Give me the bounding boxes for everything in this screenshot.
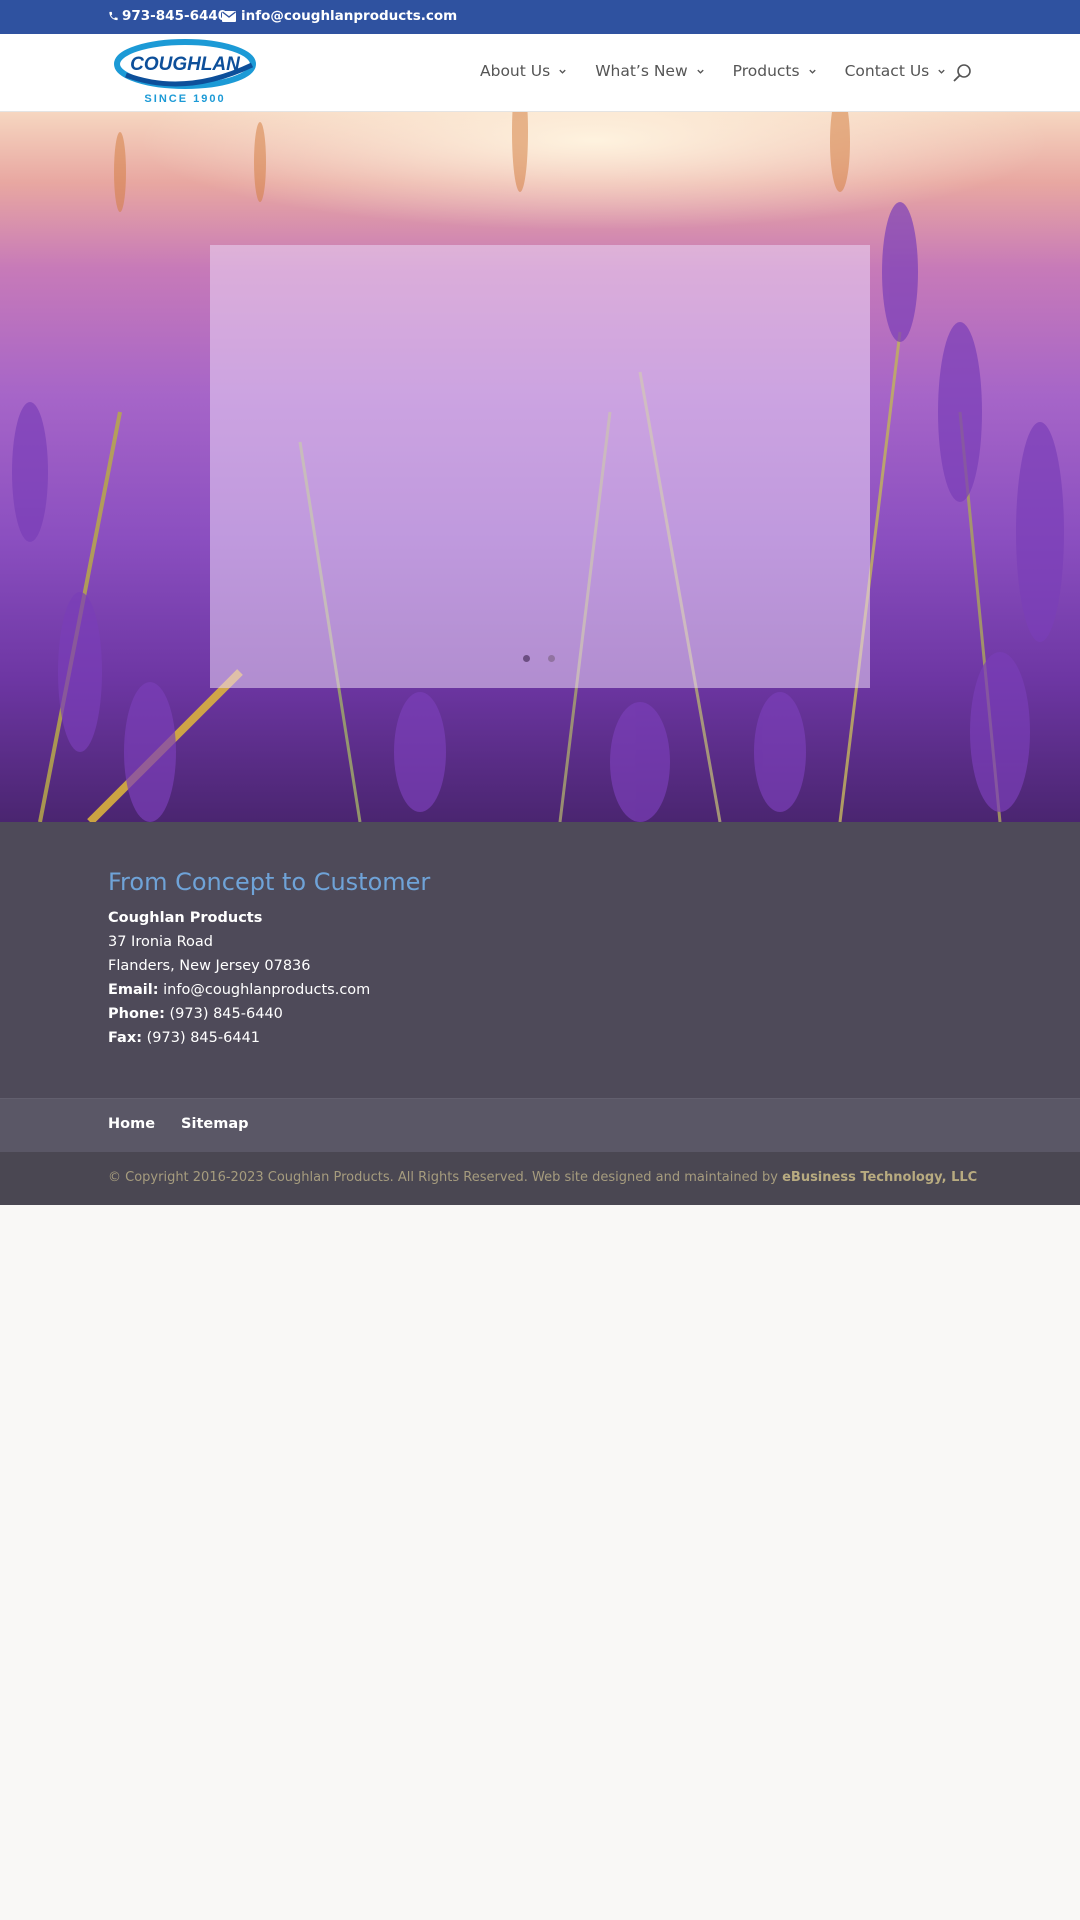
footer-link-sitemap[interactable]: Sitemap xyxy=(181,1116,248,1132)
footer-heading: From Concept to Customer xyxy=(108,868,431,896)
phone-label: Phone: xyxy=(108,1006,165,1022)
search-button[interactable] xyxy=(952,63,972,83)
slider-dot[interactable] xyxy=(523,655,530,662)
nav-about-us[interactable]: About Us xyxy=(480,62,567,80)
nav-products[interactable]: Products xyxy=(733,62,817,80)
slider-pagination xyxy=(523,655,555,662)
topbar-phone[interactable]: 973-845-6440 xyxy=(108,8,227,24)
address-line-1: 37 Ironia Road xyxy=(108,934,213,950)
email-value[interactable]: info@coughlanproducts.com xyxy=(163,982,370,998)
hero-content-box xyxy=(210,245,870,688)
logo[interactable]: COUGHLAN SINCE 1900 xyxy=(114,39,260,107)
main-nav: About Us What’s New Products Contact Us xyxy=(480,62,974,80)
chevron-down-icon xyxy=(559,69,566,74)
top-bar: 973-845-6440 info@coughlanproducts.com xyxy=(0,0,1080,34)
footer: From Concept to Customer Coughlan Produc… xyxy=(0,822,1080,1098)
nav-label: About Us xyxy=(480,62,551,80)
credit-link[interactable]: eBusiness Technology, LLC xyxy=(782,1170,977,1185)
slider-dot-active[interactable] xyxy=(548,655,555,662)
logo-wordmark: COUGHLAN xyxy=(130,54,241,75)
address-line-2: Flanders, New Jersey 07836 xyxy=(108,958,311,974)
topbar-email-text: info@coughlanproducts.com xyxy=(241,8,458,24)
hero-slider xyxy=(0,112,1080,822)
nav-label: What’s New xyxy=(595,62,688,80)
logo-tagline: SINCE 1900 xyxy=(144,93,225,105)
site-header: COUGHLAN SINCE 1900 About Us What’s New … xyxy=(0,34,1080,112)
envelope-icon xyxy=(222,10,236,22)
chevron-down-icon xyxy=(938,69,945,74)
email-label: Email: xyxy=(108,982,159,998)
topbar-phone-text: 973-845-6440 xyxy=(122,8,228,24)
fax-label: Fax: xyxy=(108,1030,142,1046)
footer-phone: Phone: (973) 845-6440 xyxy=(108,1002,430,1026)
phone-value: (973) 845-6440 xyxy=(169,1006,283,1022)
copyright-text: © Copyright 2016-2023 Coughlan Products.… xyxy=(108,1170,783,1185)
footer-bottom-bar: © Copyright 2016-2023 Coughlan Products.… xyxy=(0,1152,1080,1205)
search-icon xyxy=(953,64,971,82)
chevron-down-icon xyxy=(696,69,704,74)
chevron-down-icon xyxy=(808,69,816,74)
footer-nav: Home Sitemap xyxy=(0,1098,1080,1152)
nav-label: Products xyxy=(732,62,800,80)
phone-icon xyxy=(109,11,118,21)
topbar-email[interactable]: info@coughlanproducts.com xyxy=(222,8,457,24)
company-name: Coughlan Products xyxy=(108,910,263,926)
footer-email: Email: info@coughlanproducts.com xyxy=(108,978,430,1002)
footer-link-home[interactable]: Home xyxy=(108,1116,155,1132)
nav-whats-new[interactable]: What’s New xyxy=(595,62,704,80)
fax-value: (973) 845-6441 xyxy=(146,1030,261,1046)
nav-label: Contact Us xyxy=(844,62,930,80)
copyright: © Copyright 2016-2023 Coughlan Products.… xyxy=(108,1170,977,1185)
nav-contact-us[interactable]: Contact Us xyxy=(845,62,947,80)
footer-fax: Fax: (973) 845-6441 xyxy=(108,1026,430,1050)
